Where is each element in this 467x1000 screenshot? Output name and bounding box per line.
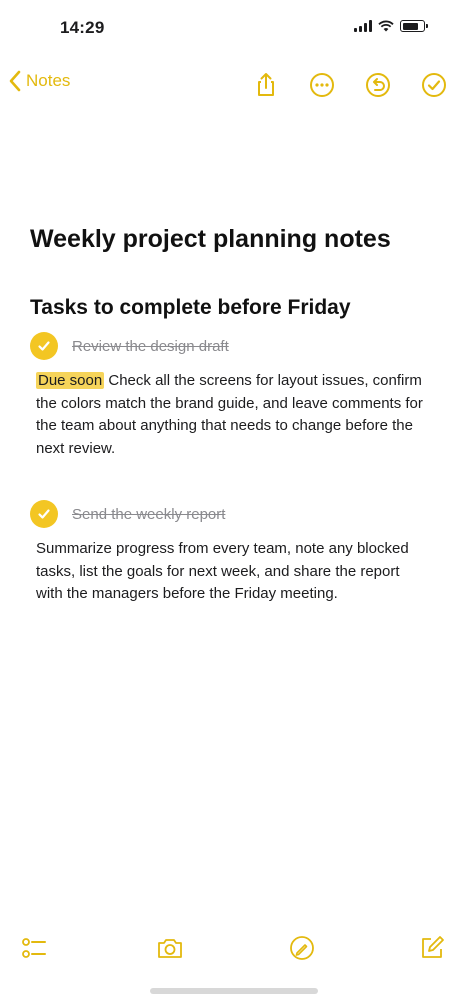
undo-button[interactable] <box>361 68 395 102</box>
status-bar: 14:29 <box>0 0 467 62</box>
checklist-item[interactable]: Send the weekly report <box>30 500 430 528</box>
checkbox-checked[interactable] <box>30 332 58 360</box>
battery-icon <box>400 20 428 32</box>
paragraph-text: Summarize progress from every team, note… <box>36 540 409 602</box>
markup-icon <box>290 936 314 960</box>
compose-button[interactable] <box>414 930 450 966</box>
highlighted-text: Due soon <box>36 372 105 389</box>
checklist-icon <box>22 938 46 958</box>
status-time: 14:29 <box>60 18 105 37</box>
checklist-item[interactable]: Review the design draft <box>30 332 430 360</box>
battery-level <box>402 22 418 30</box>
note-title[interactable]: Weekly project planning notes <box>30 222 430 256</box>
done-icon <box>422 73 446 97</box>
bottom-toolbar <box>0 922 467 972</box>
navigation-bar: Notes <box>0 62 467 106</box>
chevron-left-icon <box>9 70 21 92</box>
share-icon <box>258 73 274 96</box>
status-indicators <box>354 20 428 32</box>
checklist-item-label[interactable]: Review the design draft <box>72 338 229 355</box>
wifi-icon <box>378 20 394 32</box>
note-paragraph[interactable]: Summarize progress from every team, note… <box>36 538 430 606</box>
share-button[interactable] <box>249 68 283 102</box>
camera-icon <box>158 939 182 958</box>
more-button[interactable] <box>305 68 339 102</box>
home-indicator[interactable] <box>150 988 318 994</box>
note-heading[interactable]: Tasks to complete before Friday <box>30 294 430 322</box>
undo-icon <box>366 73 390 97</box>
camera-button[interactable] <box>152 930 188 966</box>
checklist-item-label[interactable]: Send the weekly report <box>72 506 225 523</box>
checklist-button[interactable] <box>16 930 52 966</box>
more-icon <box>310 73 334 97</box>
note-content[interactable]: Weekly project planning notes Tasks to c… <box>30 222 430 646</box>
checkmark-icon <box>38 509 50 519</box>
note-paragraph[interactable]: Due soon Check all the screens for layou… <box>36 370 430 460</box>
back-button[interactable]: Notes <box>8 70 70 92</box>
compose-icon <box>422 936 444 958</box>
done-button[interactable] <box>417 68 451 102</box>
markup-button[interactable] <box>284 930 320 966</box>
back-label: Notes <box>26 71 71 90</box>
checkmark-icon <box>38 341 50 351</box>
checkbox-checked[interactable] <box>30 500 58 528</box>
cellular-signal-icon <box>354 20 372 32</box>
